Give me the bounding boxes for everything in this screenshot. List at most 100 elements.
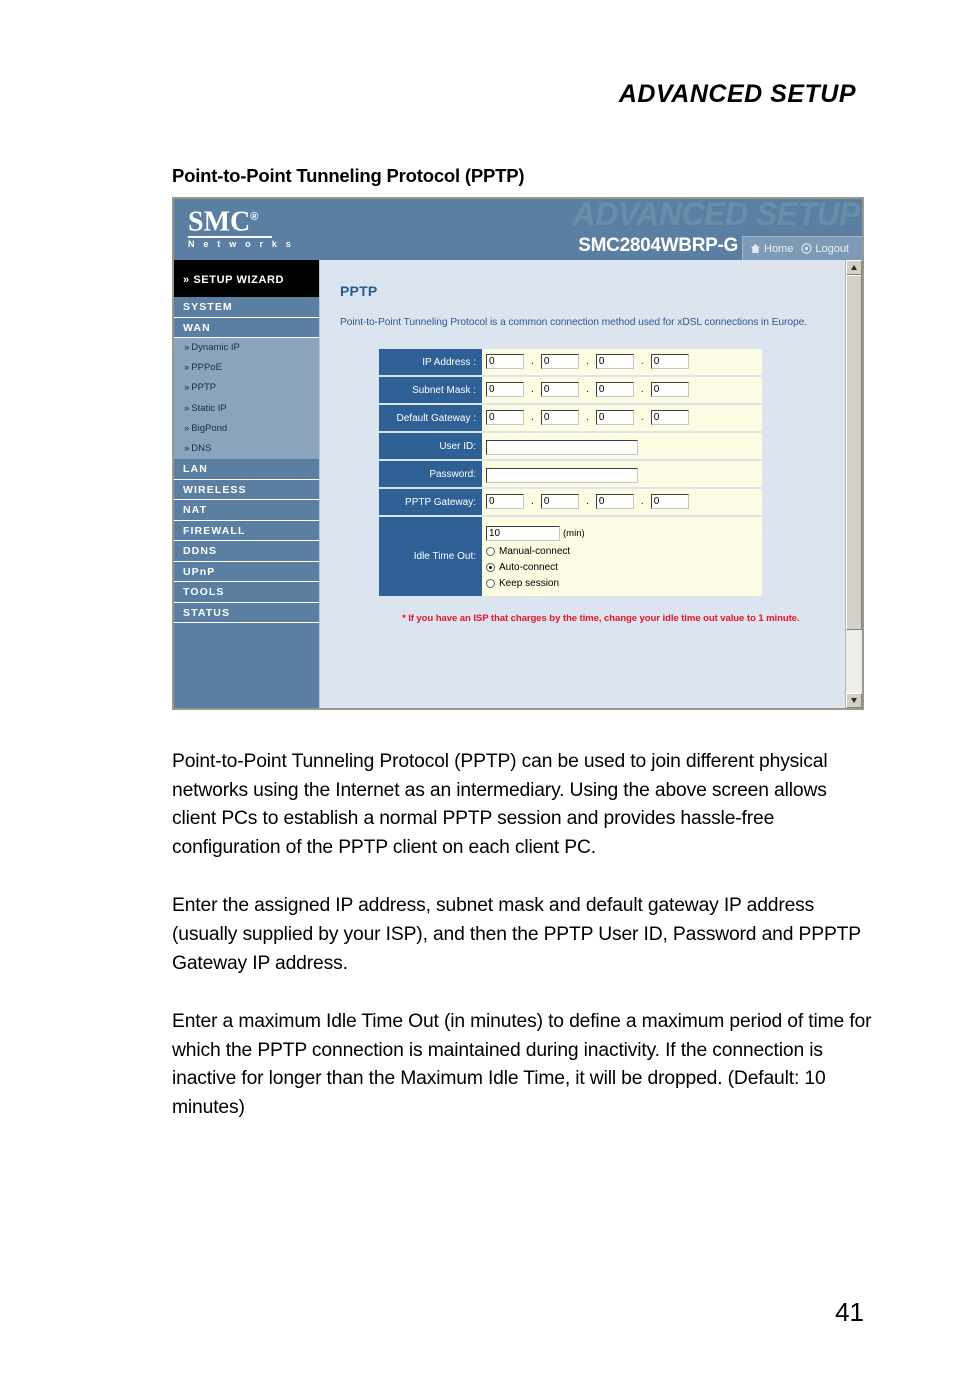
sidebar-item-label: Static IP (191, 402, 227, 414)
home-icon (750, 243, 761, 254)
sidebar-item-pppoe[interactable]: » PPPoE (174, 358, 319, 379)
home-button[interactable]: Home (750, 243, 793, 255)
chevron-right-icon: » (184, 402, 190, 414)
scroll-up-button[interactable] (846, 260, 862, 275)
form-row-subnet-mask: Subnet Mask : . . . (379, 376, 762, 405)
radio-icon-selected (486, 563, 495, 572)
radio-option-manual-connect[interactable]: Manual-connect (486, 546, 762, 557)
scroll-down-button[interactable] (846, 693, 862, 708)
form-row-ip-address: IP Address : . . . (379, 349, 762, 377)
router-ui-screenshot: ADVANCED SETUP SMC® N e t w o r k s SMC2… (172, 197, 864, 710)
form-row-pptp-gateway: PPTP Gateway: . . . (379, 488, 762, 517)
ip-address-octet-3[interactable] (595, 354, 634, 370)
smc-logo: SMC® N e t w o r k s (188, 204, 294, 249)
sidebar-item-lan[interactable]: LAN (174, 459, 319, 480)
model-name: SMC2804WBRP-G (578, 235, 738, 256)
page-number: 41 (835, 1297, 864, 1327)
scrollbar-track[interactable] (846, 275, 862, 693)
octet-separator: . (640, 496, 644, 508)
default-gateway-octet-1[interactable] (486, 410, 524, 426)
subnet-mask-octet-2[interactable] (540, 382, 579, 398)
paragraph-1: Point-to-Point Tunneling Protocol (PPTP)… (172, 751, 828, 858)
pptp-settings-form: IP Address : . . . Subnet Mask : (379, 349, 762, 596)
page-title: Point-to-Point Tunneling Protocol (PPTP) (172, 165, 525, 186)
sidebar-item-wireless[interactable]: WIRELESS (174, 479, 319, 501)
pptp-gateway-value: . . . (482, 488, 762, 517)
octet-separator: . (531, 412, 534, 424)
ip-address-octet-2[interactable] (540, 354, 579, 370)
radio-option-keep-session[interactable]: Keep session (486, 578, 762, 589)
radio-icon (486, 547, 495, 556)
header-actions: Home Logout (742, 236, 862, 260)
password-value (482, 460, 762, 489)
logout-icon (801, 243, 813, 254)
default-gateway-octet-4[interactable] (650, 410, 689, 426)
password-label: Password: (379, 460, 482, 489)
sidebar-item-pptp[interactable]: » PPTP (174, 378, 319, 399)
sidebar-item-wan[interactable]: WAN (174, 317, 319, 338)
password-input[interactable] (486, 468, 638, 483)
sidebar-item-bigpond[interactable]: » BigPond (174, 418, 319, 439)
form-row-default-gateway: Default Gateway : . . . (379, 404, 762, 433)
sidebar-item-ddns[interactable]: DDNS (174, 541, 319, 562)
idle-time-out-label: Idle Time Out: (379, 516, 482, 596)
radio-option-auto-connect[interactable]: Auto-connect (486, 562, 762, 573)
subnet-mask-label: Subnet Mask : (379, 376, 482, 405)
sidebar-item-upnp[interactable]: UPnP (174, 561, 319, 583)
logo-tagline: N e t w o r k s (188, 239, 295, 250)
ip-address-octet-4[interactable] (650, 354, 689, 370)
sidebar-item-firewall[interactable]: FIREWALL (174, 520, 319, 542)
content-pane: PPTP Point-to-Point Tunneling Protocol i… (319, 260, 862, 708)
sidebar-item-tools[interactable]: TOOLS (174, 582, 319, 603)
sidebar-item-dns[interactable]: » DNS (174, 438, 319, 460)
chevron-right-icon: » (184, 362, 190, 374)
octet-separator: . (531, 496, 534, 508)
sidebar-item-label: PPPoE (191, 362, 222, 374)
pptp-gateway-octet-3[interactable] (595, 494, 634, 510)
ip-address-label: IP Address : (379, 349, 482, 377)
radio-label: Auto-connect (499, 562, 558, 573)
idle-time-out-input-row: (min) (486, 523, 762, 541)
registered-mark: ® (250, 211, 259, 223)
octet-separator: . (585, 356, 589, 368)
radio-label: Manual-connect (499, 546, 571, 557)
default-gateway-octet-2[interactable] (540, 410, 579, 426)
user-id-value (482, 432, 762, 461)
pptp-gateway-octet-2[interactable] (540, 494, 579, 510)
sidebar-item-setup-wizard[interactable]: » SETUP WIZARD (174, 260, 319, 297)
pptp-gateway-octet-4[interactable] (650, 494, 689, 510)
sidebar-item-system[interactable]: SYSTEM (174, 297, 319, 318)
scrollbar-thumb[interactable] (846, 275, 862, 631)
default-gateway-value: . . . (482, 404, 762, 433)
chevron-right-icon: » (184, 422, 190, 434)
default-gateway-label: Default Gateway : (379, 404, 482, 433)
paragraph-3: Enter a maximum Idle Time Out (in minute… (172, 1011, 872, 1118)
idle-time-out-unit: (min) (563, 528, 585, 539)
user-id-input[interactable] (486, 440, 638, 455)
octet-separator: . (640, 356, 644, 368)
subnet-mask-octet-1[interactable] (486, 382, 524, 398)
isp-note: * If you have an ISP that charges by the… (402, 613, 800, 624)
default-gateway-octet-3[interactable] (595, 410, 634, 426)
arrow-up-icon (851, 265, 857, 270)
idle-time-out-input[interactable] (486, 526, 560, 541)
sidebar-item-static-ip[interactable]: » Static IP (174, 398, 319, 419)
pptp-gateway-label: PPTP Gateway: (379, 488, 482, 517)
sidebar-item-dynamic-ip[interactable]: » Dynamic IP (174, 338, 319, 359)
ip-address-value: . . . (482, 349, 762, 377)
header-watermark-title: ADVANCED SETUP (572, 199, 860, 232)
subnet-mask-octet-3[interactable] (595, 382, 634, 398)
sidebar-item-label: PPTP (191, 382, 217, 394)
pptp-gateway-octet-1[interactable] (486, 494, 524, 510)
ip-address-octet-1[interactable] (486, 354, 524, 370)
subnet-mask-octet-4[interactable] (650, 382, 689, 398)
logout-button[interactable]: Logout (801, 243, 849, 255)
chevron-right-icon: » (184, 442, 190, 454)
arrow-down-icon (851, 698, 857, 703)
vertical-scrollbar[interactable] (845, 260, 862, 708)
sidebar-item-status[interactable]: STATUS (174, 602, 319, 624)
running-head: ADVANCED SETUP (618, 80, 856, 108)
octet-separator: . (585, 384, 589, 396)
sidebar-item-nat[interactable]: NAT (174, 500, 319, 521)
pane-title: PPTP (340, 283, 378, 299)
